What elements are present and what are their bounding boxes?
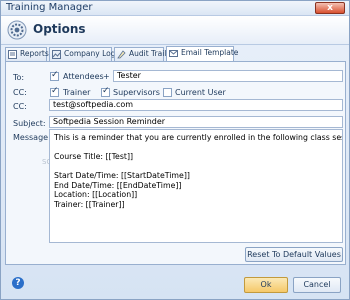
- message-textarea[interactable]: This is a reminder that you are currentl…: [49, 129, 343, 243]
- tab-company-logo[interactable]: Company Logo: [49, 47, 120, 61]
- tab-reports[interactable]: Reports: [5, 47, 49, 61]
- current-user-checkbox[interactable]: [163, 88, 172, 97]
- tab-strip: Reports Company Logo Audit Trail Email T…: [5, 46, 347, 61]
- tab-email-template[interactable]: Email Template: [166, 46, 238, 61]
- window-title: Training Manager: [6, 2, 93, 13]
- attendees-label: Attendees: [63, 72, 104, 81]
- tab-audit-trail[interactable]: Audit Trail: [114, 47, 167, 61]
- plus-label: +: [103, 72, 110, 81]
- supervisors-label: Supervisors: [113, 88, 160, 97]
- cc-email-label: CC:: [13, 102, 27, 111]
- cancel-button[interactable]: Cancel: [293, 277, 341, 293]
- tab-reports-label: Reports: [20, 49, 49, 58]
- subject-field[interactable]: Softpedia Session Reminder: [49, 116, 343, 128]
- email-icon: [169, 50, 178, 57]
- cc-label: CC:: [13, 88, 27, 97]
- options-window: Training Manager x Options Reports Compa…: [0, 0, 350, 300]
- reset-defaults-button[interactable]: Reset To Default Values: [245, 247, 343, 262]
- tab-email-template-label: Email Template: [181, 48, 239, 57]
- dialog-header: Options: [1, 16, 349, 45]
- email-template-panel: To: Attendees + Tester CC: Trainer Super…: [5, 61, 346, 265]
- ok-button[interactable]: Ok: [244, 277, 288, 293]
- tab-company-logo-label: Company Logo: [64, 49, 121, 58]
- help-icon[interactable]: ?: [12, 277, 24, 289]
- gear-icon: [7, 20, 27, 40]
- to-label: To:: [13, 73, 25, 82]
- audit-icon: [117, 50, 126, 59]
- trainer-checkbox[interactable]: [50, 86, 59, 97]
- supervisors-checkbox[interactable]: [101, 86, 110, 97]
- attendees-checkbox[interactable]: [50, 70, 59, 81]
- current-user-label: Current User: [175, 88, 226, 97]
- subject-label: Subject:: [13, 119, 46, 128]
- page-title: Options: [33, 22, 86, 36]
- tab-audit-trail-label: Audit Trail: [129, 49, 167, 58]
- to-field[interactable]: Tester: [113, 70, 343, 82]
- image-icon: [52, 50, 61, 59]
- trainer-label: Trainer: [63, 88, 91, 97]
- close-button[interactable]: x: [315, 2, 345, 14]
- report-icon: [8, 50, 17, 59]
- message-label: Message:: [13, 133, 51, 142]
- title-bar[interactable]: Training Manager x: [1, 1, 349, 16]
- cc-email-field[interactable]: test@softpedia.com: [49, 99, 343, 111]
